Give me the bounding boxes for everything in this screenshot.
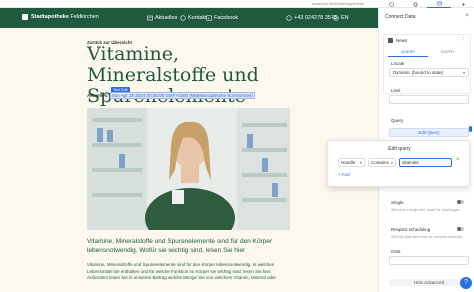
hamburger-icon[interactable] [3,1,9,14]
news-icon [147,15,153,21]
field-select[interactable]: Handle ▾ [338,158,365,167]
desktop-view-icon[interactable] [182,1,188,14]
respect-scheduling-label: Respect scheduling [391,227,431,232]
limit-input[interactable] [389,95,469,104]
article-subtitle[interactable]: Vitamine, Mineralstoffe und Spurenelemen… [87,238,293,255]
locale-label: Locale [391,61,405,66]
updated-label: Aktuelles: [87,93,109,98]
nav-kontakt[interactable]: Kontakt [180,15,207,21]
phone-icon [286,15,292,21]
logo-mark-icon [22,14,28,20]
query-value-input[interactable]: vitamine [399,158,452,167]
help-button[interactable]: ? [460,277,472,289]
omit-label: Omit [391,249,401,254]
editor-app: localhost:3000/stadtapotheke Stadtapothe… [0,0,474,292]
article-body[interactable]: Vitamine, Mineralstoffe und Spurenelemen… [87,262,293,282]
database-icon [436,1,442,6]
tab-style[interactable] [379,0,403,8]
bolt-icon [461,1,465,7]
nav-language[interactable]: EN [333,15,349,21]
globe-icon [333,15,339,21]
respect-scheduling-help: Will only show items that are currently … [391,235,463,239]
nav-facebook[interactable]: f Facebook [206,15,238,21]
limit-label: Limit [391,88,401,93]
chevron-down-icon: ▾ [390,160,393,165]
pharmacist-photo [87,108,290,230]
panel-tabs [379,0,474,8]
nav-aktuelles[interactable]: Aktuelles [147,15,177,21]
single-toggle[interactable] [457,200,464,204]
tab-animation[interactable] [451,0,474,8]
gear-icon [413,2,417,6]
phone-icon [180,15,186,21]
tablet-view-icon[interactable] [192,1,198,15]
popup-title: Edit query [388,146,411,152]
more-menu-icon[interactable]: ⋮ [461,37,466,43]
site-header: Stadtapotheke Feldkirchen Aktuelles Kont… [0,8,378,28]
single-label: Single [391,200,404,205]
hide-advanced-button[interactable]: Hide Advanced [389,279,469,286]
tab-data[interactable] [427,0,451,8]
preview-url: localhost:3000/stadtapotheke [312,1,365,6]
brush-icon [388,1,394,7]
scroll-indicator[interactable] [469,126,472,132]
mobile-view-icon[interactable] [201,1,207,15]
tab-entry[interactable]: ENTRY [428,49,468,57]
datasource-tabs: QUERY ENTRY [388,49,468,57]
operator-select[interactable]: Contains ▾ [368,158,396,167]
logo-text: Stadtapotheke Feldkirchen [31,14,99,20]
updated-value[interactable]: Sun Apr 28 2024 00:00:00 GMT+0200 (Mitte… [109,92,255,99]
datasource-name: News [396,38,408,43]
edit-query-popup: Edit query Handle ▾ Contains ▾ vitamine … [327,140,470,187]
site-logo[interactable]: Stadtapotheke Feldkirchen [22,14,99,20]
chevron-down-icon: ▾ [359,160,362,165]
add-condition-button[interactable]: + And [338,172,350,177]
single-help: Will return a single item, useful for de… [391,208,460,212]
close-icon[interactable]: × [465,13,469,19]
updated-line: Aktuelles: Sun Apr 28 2024 00:00:00 GMT+… [87,92,255,99]
omit-input[interactable] [389,256,469,265]
query-label: Query [391,118,404,123]
nav-phone[interactable]: +43 024278 3573 [286,15,337,21]
datasource-icon [388,38,393,43]
edit-query-button[interactable]: Edit Query [389,128,469,137]
hero-image[interactable] [87,108,290,230]
tab-settings[interactable] [403,0,427,8]
respect-scheduling-toggle[interactable] [457,227,464,231]
remove-condition-icon[interactable]: × [456,157,460,163]
facebook-icon: f [206,15,212,21]
tab-query[interactable]: QUERY [388,49,428,57]
panel-header: Connect Data [385,14,416,20]
chevron-down-icon: ▾ [462,70,465,75]
locale-select[interactable]: Dynamic (bound to state) ▾ [389,68,469,77]
